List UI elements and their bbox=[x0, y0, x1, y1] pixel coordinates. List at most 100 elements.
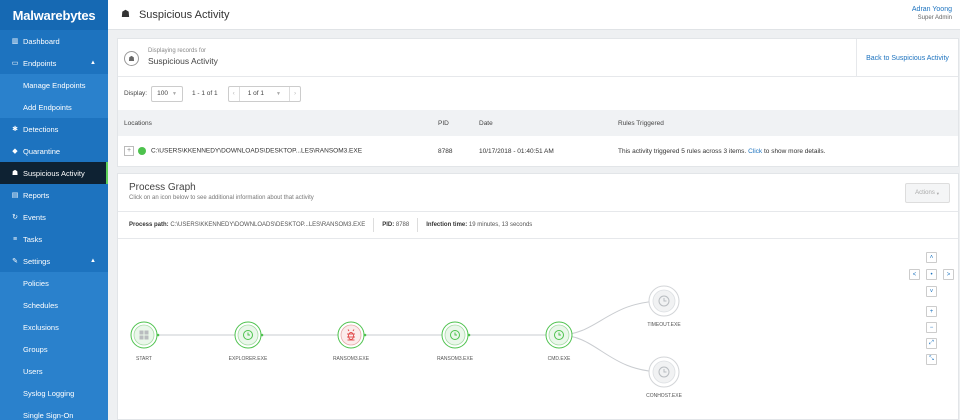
sidebar-item-schedules[interactable]: Schedules bbox=[0, 294, 108, 316]
process-graph-panel: Process Graph Click on an icon below to … bbox=[117, 173, 959, 420]
column-header-pid[interactable]: PID bbox=[438, 120, 449, 127]
sidebar-item-detections[interactable]: ✱ Detections bbox=[0, 118, 108, 140]
pan-up-button[interactable]: ˄ bbox=[926, 252, 937, 263]
sidebar-item-exclusions[interactable]: Exclusions bbox=[0, 316, 108, 338]
sidebar-item-label: Add Endpoints bbox=[23, 102, 72, 112]
bar-chart-icon: ▥ bbox=[11, 38, 19, 45]
sidebar-item-label: Syslog Logging bbox=[23, 388, 75, 398]
sidebar-item-tasks[interactable]: ≡ Tasks bbox=[0, 228, 108, 250]
status-dot-icon bbox=[138, 147, 146, 155]
rules-cell: This activity triggered 5 rules across 3… bbox=[618, 148, 825, 155]
refresh-icon: ↻ bbox=[12, 214, 18, 221]
node-label-conhost: CONHOST.EXE bbox=[646, 393, 682, 399]
expand-icon[interactable]: ⤢ bbox=[926, 338, 937, 349]
sidebar-item-label: Quarantine bbox=[23, 146, 61, 156]
date-cell: 10/17/2018 - 01:40:51 AM bbox=[479, 147, 554, 155]
report-icon: ▤ bbox=[11, 192, 19, 199]
sidebar-item-label: Detections bbox=[23, 124, 59, 134]
pan-right-button[interactable]: > bbox=[943, 269, 954, 280]
back-to-suspicious-activity-link[interactable]: Back to Suspicious Activity bbox=[856, 39, 958, 77]
graph-node-conhost[interactable] bbox=[648, 356, 680, 388]
pan-down-button[interactable]: ˅ bbox=[926, 286, 937, 297]
graph-node-start[interactable] bbox=[130, 321, 158, 349]
node-label-explorer: EXPLORER.EXE bbox=[228, 356, 268, 362]
sidebar-item-groups[interactable]: Groups bbox=[0, 338, 108, 360]
process-graph-canvas: START EXPLORER.EXE RANSOM3.EXE RANSOM3.E… bbox=[118, 240, 960, 420]
sidebar-item-manage-endpoints[interactable]: Manage Endpoints bbox=[0, 74, 108, 96]
sidebar-item-users[interactable]: Users bbox=[0, 360, 108, 382]
displaying-label: Displaying records for bbox=[148, 48, 207, 54]
graph-node-ransom3[interactable] bbox=[441, 321, 469, 349]
hazmat-icon: ☗ bbox=[11, 170, 19, 177]
chevron-up-icon: ▲ bbox=[90, 258, 96, 264]
sidebar-item-quarantine[interactable]: ◆ Quarantine bbox=[0, 140, 108, 162]
zoom-out-button[interactable]: − bbox=[926, 322, 937, 333]
hazmat-icon: ☗ bbox=[124, 51, 139, 66]
pagination: ‹ 1 of 1 ▼ › bbox=[227, 85, 302, 102]
sidebar-item-dashboard[interactable]: ▥ Dashboard bbox=[0, 30, 108, 52]
sidebar-item-suspicious-activity[interactable]: ☗ Suspicious Activity bbox=[0, 162, 108, 184]
bug-icon: ✱ bbox=[12, 126, 18, 133]
expand-row-button[interactable]: + bbox=[124, 146, 134, 156]
process-path-value: C:\USERS\KKENNEDY\DOWNLOADS\DESKTOP...LE… bbox=[170, 222, 366, 228]
shrink-icon[interactable]: ⤡ bbox=[926, 354, 937, 365]
records-panel: ☗ Displaying records for Suspicious Acti… bbox=[117, 38, 959, 167]
column-header-rules-triggered[interactable]: Rules Triggered bbox=[618, 120, 664, 127]
sidebar-item-settings[interactable]: ✎ Settings ▲ bbox=[0, 250, 108, 272]
sidebar-item-label: Users bbox=[23, 366, 43, 376]
sidebar-item-policies[interactable]: Policies bbox=[0, 272, 108, 294]
list-icon: ≡ bbox=[12, 235, 18, 243]
sidebar-item-label: Tasks bbox=[23, 234, 43, 244]
rules-text-pre: This activity triggered 5 rules across 3… bbox=[618, 147, 747, 155]
pan-left-button[interactable]: < bbox=[909, 269, 920, 280]
process-path-label: Process path: bbox=[129, 222, 169, 228]
process-info-bar: Process path: C:\USERS\KKENNEDY\DOWNLOAD… bbox=[118, 212, 958, 239]
process-graph-header: Process Graph Click on an icon below to … bbox=[118, 174, 958, 212]
graph-node-explorer[interactable] bbox=[234, 321, 262, 349]
sidebar-item-label: Settings bbox=[23, 256, 51, 266]
zoom-in-button[interactable]: + bbox=[926, 306, 937, 317]
sidebar-item-label: Suspicious Activity bbox=[23, 168, 85, 178]
user-name[interactable]: Adran Yoong bbox=[912, 5, 952, 14]
display-label: Display: bbox=[124, 90, 148, 97]
page-select[interactable]: 1 of 1 ▼ bbox=[240, 87, 289, 101]
node-label-cmd: CMD.EXE bbox=[547, 356, 571, 362]
graph-node-cmd[interactable] bbox=[545, 321, 573, 349]
records-subtitle: Suspicious Activity bbox=[148, 56, 218, 66]
sidebar-item-label: Exclusions bbox=[23, 322, 59, 332]
sidebar-item-single-sign-on[interactable]: Single Sign-On bbox=[0, 404, 108, 420]
process-graph-svg bbox=[130, 285, 680, 388]
chevron-down-icon: ▼ bbox=[935, 190, 940, 196]
user-role: Super Admin bbox=[917, 15, 952, 21]
show-details-link[interactable]: Click bbox=[748, 148, 762, 155]
actions-button[interactable]: Actions ▼ bbox=[905, 183, 950, 203]
hazmat-icon: ☗ bbox=[121, 9, 130, 20]
page-size-value: 100 bbox=[157, 90, 168, 97]
table-row[interactable]: + C:\USERS\KKENNEDY\DOWNLOADS\DESKTOP...L… bbox=[118, 136, 958, 166]
sidebar-item-add-endpoints[interactable]: Add Endpoints bbox=[0, 96, 108, 118]
recenter-button[interactable]: • bbox=[926, 269, 937, 280]
prev-page-button[interactable]: ‹ bbox=[229, 86, 240, 101]
infection-time-value: 19 minutes, 13 seconds bbox=[468, 222, 533, 228]
graph-edge bbox=[558, 300, 665, 336]
sidebar-item-reports[interactable]: ▤ Reports bbox=[0, 184, 108, 206]
graph-node-timeout[interactable] bbox=[648, 285, 680, 317]
pid-value: 8788 bbox=[395, 222, 410, 228]
page-value: 1 of 1 bbox=[247, 90, 265, 97]
next-page-button[interactable]: › bbox=[288, 86, 300, 101]
pid-label: PID: bbox=[382, 222, 395, 228]
column-header-date[interactable]: Date bbox=[479, 120, 493, 127]
sidebar-item-label: Reports bbox=[23, 190, 50, 200]
page-size-select[interactable]: 100 ▼ bbox=[151, 85, 183, 102]
graph-node-ransom3-malicious[interactable] bbox=[337, 321, 365, 349]
sidebar-item-syslog-logging[interactable]: Syslog Logging bbox=[0, 382, 108, 404]
table-controls: Display: 100 ▼ 1 - 1 of 1 ‹ 1 of 1 ▼ › bbox=[118, 77, 958, 110]
sidebar-item-endpoints[interactable]: ▭ Endpoints ▲ bbox=[0, 52, 108, 74]
column-header-locations[interactable]: Locations bbox=[124, 120, 152, 127]
sidebar-item-label: Schedules bbox=[23, 300, 59, 310]
infection-time-label: Infection time: bbox=[426, 222, 468, 228]
sidebar-item-events[interactable]: ↻ Events bbox=[0, 206, 108, 228]
user-menu[interactable]: Adran Yoong Super Admin bbox=[912, 5, 952, 23]
sidebar-item-label: Events bbox=[23, 212, 46, 222]
brand-logo[interactable]: Malwarebytes bbox=[0, 0, 108, 30]
